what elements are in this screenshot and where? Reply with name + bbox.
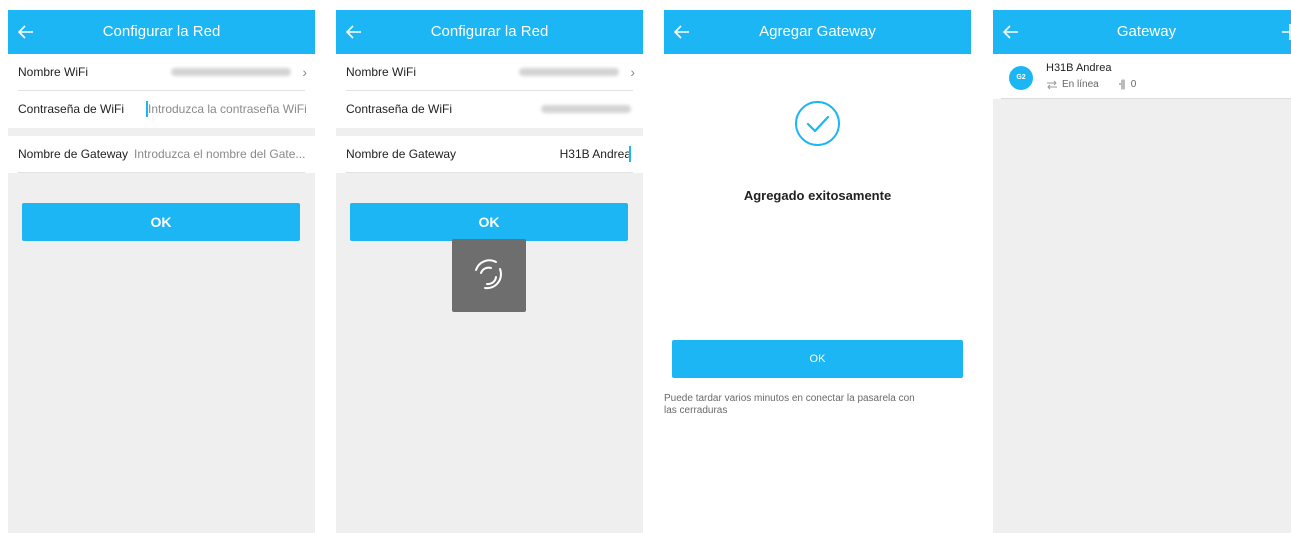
top-bar: Agregar Gateway [664, 10, 971, 54]
page-title: Configurar la Red [430, 23, 549, 40]
top-bar: Gateway [993, 10, 1291, 54]
gateway-name-row[interactable]: Nombre de Gateway H31B Andrea [336, 136, 643, 173]
loading-overlay [452, 239, 526, 312]
gateway-name-label: Nombre de Gateway [346, 147, 457, 161]
ok-button[interactable]: OK [22, 203, 300, 241]
spinner-icon [475, 259, 502, 290]
gateway-list: G2 H31B Andrea En línea 0 [993, 54, 1291, 99]
wifi-password-row: Contraseña de WiFi [8, 91, 315, 128]
screen-configure-network-loading: Configurar la Red Nombre WiFi › Contrase… [336, 10, 643, 533]
success-message: Agregado exitosamente [743, 188, 892, 203]
top-bar: Configurar la Red [336, 10, 643, 54]
gateway-name-value: H31B Andrea [559, 147, 631, 161]
gateway-name: H31B Andrea [1046, 62, 1112, 74]
top-bar: Configurar la Red [8, 10, 315, 54]
chevron-right-icon: › [630, 64, 635, 80]
lock-icon [1118, 79, 1125, 90]
network-form: Nombre WiFi › Contraseña de WiFi Nombre … [336, 54, 643, 173]
text-cursor [629, 146, 631, 162]
gateway-name-input[interactable] [134, 144, 306, 164]
plus-icon[interactable] [1280, 22, 1291, 42]
gateway-name-row: Nombre de Gateway [8, 136, 315, 173]
gateway-avatar: G2 [1009, 66, 1033, 90]
wifi-name-label: Nombre WiFi [346, 65, 417, 79]
lock-count: 0 [1130, 79, 1137, 90]
wifi-name-row[interactable]: Nombre WiFi › [8, 54, 315, 91]
page-title: Gateway [1116, 23, 1177, 40]
wifi-password-row[interactable]: Contraseña de WiFi [336, 91, 643, 128]
wifi-password-label: Contraseña de WiFi [346, 102, 453, 116]
page-title: Agregar Gateway [759, 23, 876, 40]
network-form: Nombre WiFi › Contraseña de WiFi Nombre … [8, 54, 315, 173]
screen-add-gateway-success: Agregar Gateway Agregado exitosamente OK… [664, 10, 971, 533]
wifi-name-blurred-value [519, 68, 619, 76]
wifi-name-blurred-value [171, 68, 291, 76]
gateway-status: En línea 0 [1046, 79, 1136, 90]
status-text: En línea [1062, 79, 1099, 90]
wifi-password-input[interactable] [148, 99, 308, 119]
page-title: Configurar la Red [102, 23, 221, 40]
swap-arrows-icon [1047, 80, 1057, 89]
ok-button[interactable]: OK [672, 340, 963, 378]
ok-button[interactable]: OK [350, 203, 628, 241]
screen-configure-network-empty: Configurar la Red Nombre WiFi › Contrase… [8, 10, 315, 533]
wifi-name-row[interactable]: Nombre WiFi › [336, 54, 643, 91]
info-note: Puede tardar varios minutos en conectar … [664, 393, 915, 416]
screen-gateway-list: Gateway G2 H31B Andrea En línea 0 [993, 10, 1291, 533]
wifi-password-label: Contraseña de WiFi [18, 102, 125, 116]
wifi-name-label: Nombre WiFi [18, 65, 89, 79]
list-item[interactable]: G2 H31B Andrea En línea 0 [1001, 54, 1291, 99]
gateway-name-label: Nombre de Gateway [18, 147, 129, 161]
wifi-password-blurred-value [541, 105, 631, 113]
chevron-right-icon: › [302, 64, 307, 80]
check-circle-icon [795, 101, 840, 146]
